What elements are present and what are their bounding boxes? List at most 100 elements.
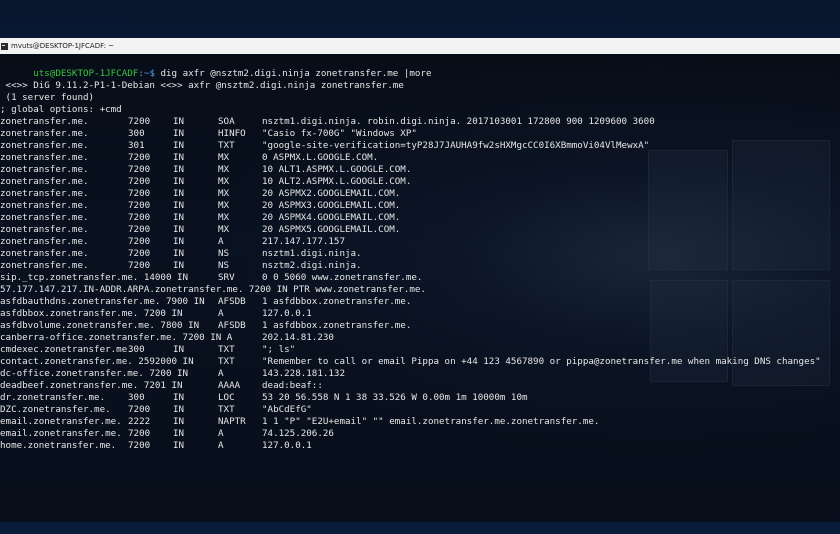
record-ttl: 300 (128, 392, 145, 403)
dig-header-line: <<>> DiG 9.11.2-P1-1-Debian <<>> axfr @n… (0, 80, 404, 91)
record-ttl: 7200 (128, 248, 151, 259)
record-ttl: 7200 (128, 224, 151, 235)
record-class: IN (173, 404, 185, 415)
record-name: home.zonetransfer.me. (0, 440, 117, 451)
record-name: zonetransfer.me. (0, 128, 89, 139)
record-type: AAAA (218, 380, 241, 391)
record-data: 127.0.0.1 (262, 440, 312, 451)
record-name: asfdbauthdns.zonetransfer.me. 7900 IN (0, 296, 205, 307)
record-class: IN (173, 344, 185, 355)
record-type: TXT (218, 140, 235, 151)
record-type: SRV (218, 272, 235, 283)
record-type: AFSDB (218, 320, 246, 331)
record-name: zonetransfer.me. (0, 212, 89, 223)
record-data: 0 0 5060 www.zonetransfer.me. (262, 272, 423, 283)
record-data: 217.147.177.157 (262, 236, 345, 247)
record-data: 143.228.181.132 (262, 368, 345, 379)
record-type: NS (218, 248, 230, 259)
record-data: 20 ASPMX5.GOOGLEMAIL.COM. (262, 224, 401, 235)
record-data: 53 20 56.558 N 1 38 33.526 W 0.00m 1m 10… (262, 392, 528, 403)
record-ttl: 7200 (128, 404, 151, 415)
record-name: zonetransfer.me. (0, 164, 89, 175)
record-type: TXT (218, 356, 235, 367)
record-type: MX (218, 188, 230, 199)
record-name: zonetransfer.me. (0, 116, 89, 127)
terminal-window[interactable]: mvuts@DESKTOP-1JFCADF: ~ uts@DESKTOP-1JF… (0, 38, 840, 522)
record-name: asfdbvolume.zonetransfer.me. 7800 IN (0, 320, 200, 331)
record-data: 10 ALT1.ASPMX.L.GOOGLE.COM. (262, 164, 412, 175)
record-type: HINFO (218, 128, 246, 139)
record-data: nsztm2.digi.ninja. (262, 260, 362, 271)
record-ttl: 300 (128, 344, 145, 355)
prompt-command: dig axfr @nsztm2.digi.ninja zonetransfer… (154, 68, 432, 79)
record-ttl: 7200 (128, 428, 151, 439)
record-data: nsztm1.digi.ninja. (262, 248, 362, 259)
record-name: sip._tcp.zonetransfer.me. 14000 IN (0, 272, 189, 283)
record-class: IN (173, 176, 185, 187)
record-ttl: 7200 (128, 236, 151, 247)
dig-header-line: (1 server found) (0, 92, 95, 103)
record-ttl: 7200 (128, 116, 151, 127)
prompt-line: uts@DESKTOP-1JFCADF:~$ dig axfr @nsztm2.… (0, 56, 431, 79)
record-name: deadbeef.zonetransfer.me. 7201 IN (0, 380, 183, 391)
record-type: MX (218, 164, 230, 175)
record-name: zonetransfer.me. (0, 140, 89, 151)
record-type: TXT (218, 404, 235, 415)
record-data: "AbCdEfG" (262, 404, 312, 415)
record-ttl: 7200 (128, 164, 151, 175)
record-class: IN (173, 128, 185, 139)
record-type: MX (218, 200, 230, 211)
record-type: A (218, 428, 224, 439)
record-class: IN (173, 248, 185, 259)
record-ttl: 2222 (128, 416, 151, 427)
terminal-output[interactable]: uts@DESKTOP-1JFCADF:~$ dig axfr @nsztm2.… (0, 54, 840, 522)
record-name: dc-office.zonetransfer.me. 7200 IN (0, 368, 189, 379)
record-data: "; ls" (262, 344, 296, 355)
record-type: A (218, 236, 224, 247)
record-ttl: 7200 (128, 152, 151, 163)
record-class: IN (173, 200, 185, 211)
record-data: "Remember to call or email Pippa on +44 … (262, 356, 821, 367)
record-data: 74.125.206.26 (262, 428, 334, 439)
record-class: IN (173, 116, 185, 127)
record-data: 20 ASPMX2.GOOGLEMAIL.COM. (262, 188, 401, 199)
record-ttl: 7200 (128, 188, 151, 199)
record-ttl: 7200 (128, 176, 151, 187)
record-type: MX (218, 176, 230, 187)
record-data: 10 ALT2.ASPMX.L.GOOGLE.COM. (262, 176, 412, 187)
record-type: MX (218, 224, 230, 235)
record-ttl: 7200 (128, 440, 151, 451)
record-class: IN (173, 164, 185, 175)
record-class: IN (173, 152, 185, 163)
record-data: 20 ASPMX3.GOOGLEMAIL.COM. (262, 200, 401, 211)
terminal-icon (1, 42, 8, 50)
record-class: IN (173, 188, 185, 199)
record-class: IN (173, 428, 185, 439)
record-name: asfdbbox.zonetransfer.me. 7200 IN (0, 308, 183, 319)
record-data: 202.14.81.230 (262, 332, 334, 343)
record-class: IN (173, 440, 185, 451)
record-type: MX (218, 212, 230, 223)
record-name: contact.zonetransfer.me. 2592000 IN (0, 356, 194, 367)
record-name: zonetransfer.me. (0, 188, 89, 199)
title-bar[interactable]: mvuts@DESKTOP-1JFCADF: ~ (0, 38, 840, 54)
record-type: LOC (218, 392, 235, 403)
record-name: cmdexec.zonetransfer.me. (0, 344, 133, 355)
record-ttl: 7200 (128, 200, 151, 211)
record-name: zonetransfer.me. (0, 224, 89, 235)
record-name: DZC.zonetransfer.me. (0, 404, 111, 415)
record-ttl: 7200 (128, 260, 151, 271)
record-name: zonetransfer.me. (0, 248, 89, 259)
record-class: IN (173, 224, 185, 235)
record-name: zonetransfer.me. (0, 260, 89, 271)
record-type: AFSDB (218, 296, 246, 307)
record-type: SOA (218, 116, 235, 127)
record-data: dead:beaf:: (262, 380, 323, 391)
prompt-path: :~$ (138, 68, 155, 79)
record-data: nsztm1.digi.ninja. robin.digi.ninja. 201… (262, 116, 655, 127)
record-name: zonetransfer.me. (0, 152, 89, 163)
record-data: 0 ASPMX.L.GOOGLE.COM. (262, 152, 379, 163)
record-name: zonetransfer.me. (0, 176, 89, 187)
record-class: IN (173, 416, 185, 427)
record-data: "google-site-verification=tyP28J7JAUHA9f… (262, 140, 650, 151)
